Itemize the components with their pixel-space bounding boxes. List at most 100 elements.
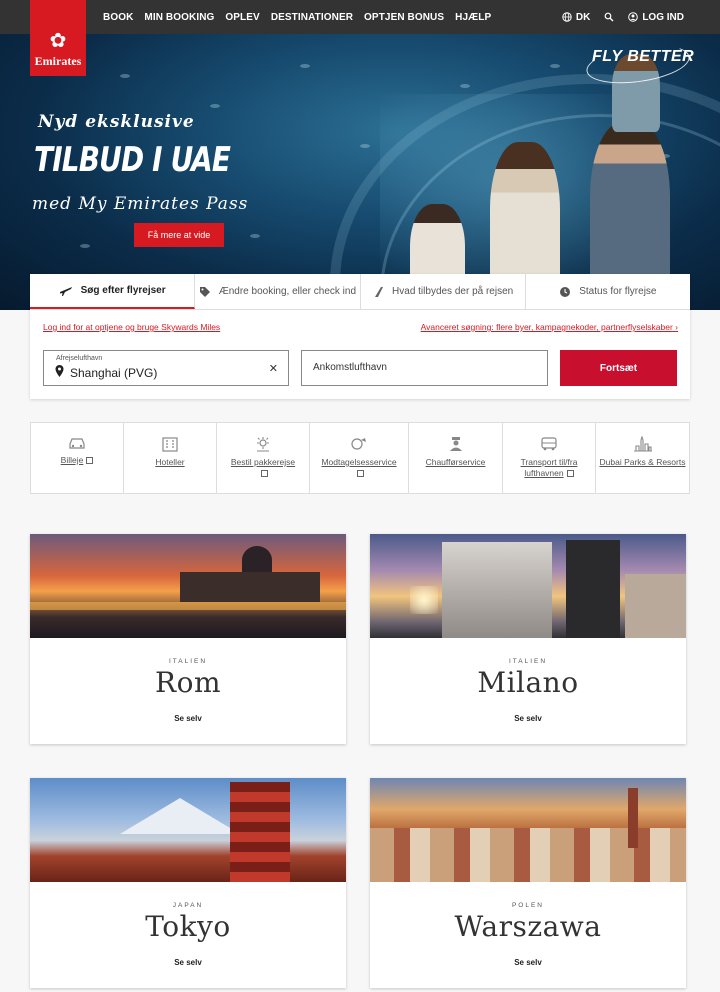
service-label: Dubai Parks & Resorts <box>599 457 686 467</box>
skyline-icon <box>633 436 652 452</box>
nav-my-booking[interactable]: MIN BOOKING <box>144 12 214 23</box>
nav-help[interactable]: HJÆLP <box>455 12 491 23</box>
service-label: Bestil pakkerejse <box>230 457 296 467</box>
destination-card-warsaw[interactable]: POLEN Warszawa Se selv <box>370 778 686 988</box>
logo-text: Emirates <box>34 54 82 68</box>
continue-button[interactable]: Fortsæt <box>560 350 677 386</box>
fish-decor <box>360 144 370 148</box>
service-airport-transfer[interactable]: Transport til/fra lufthavnen <box>503 423 596 493</box>
see-more-link[interactable]: Se selv <box>30 714 346 723</box>
user-icon <box>628 12 639 22</box>
service-chauffeur[interactable]: Chaufførservice <box>409 423 503 493</box>
skywards-login-link[interactable]: Log ind for at optjene og bruge Skywards… <box>43 322 220 332</box>
seat-icon <box>375 286 384 297</box>
service-label: Hoteller <box>155 457 185 467</box>
region-selector[interactable]: DK <box>562 12 590 23</box>
top-navigation: BOOK MIN BOOKING OPLEV DESTINATIONER OPT… <box>0 0 720 34</box>
tab-onboard[interactable]: Hvad tilbydes der på rejsen <box>361 274 526 309</box>
bus-icon <box>541 437 557 451</box>
see-more-link[interactable]: Se selv <box>30 958 346 967</box>
hero-banner: FLY BETTER Nyd eksklusive TILBUD I UAE m… <box>0 34 720 310</box>
fish-decor <box>550 64 560 68</box>
fish-decor <box>300 64 310 68</box>
destination-card-milan[interactable]: ITALIEN Milano Se selv <box>370 534 686 744</box>
destination-card-rome[interactable]: ITALIEN Rom Se selv <box>30 534 346 744</box>
tag-icon <box>199 286 210 297</box>
dome-silhouette <box>242 546 272 574</box>
location-pin-icon <box>55 365 64 377</box>
milan-photo <box>370 534 686 638</box>
destination-country: ITALIEN <box>508 658 548 665</box>
external-link-icon <box>260 470 268 477</box>
learn-more-button[interactable]: Få mere at vide <box>134 223 224 247</box>
nav-destinations[interactable]: DESTINATIONER <box>271 12 353 23</box>
fish-decor <box>120 74 130 78</box>
booking-tabs: Søg efter flyrejser Ændre booking, eller… <box>30 274 690 310</box>
departure-label: Afrejselufthavn <box>56 355 103 362</box>
destination-city: Milano <box>477 666 579 699</box>
service-holiday-package[interactable]: Bestil pakkerejse <box>217 423 310 493</box>
chevron-right-icon: › <box>675 322 678 332</box>
nav-book[interactable]: BOOK <box>103 12 133 23</box>
tab-flight-status[interactable]: Status for flyrejse <box>526 274 690 309</box>
service-hotels[interactable]: Hoteller <box>124 423 217 493</box>
external-link-icon <box>86 457 94 464</box>
globe-icon <box>562 12 572 22</box>
departure-value: Shanghai (PVG) <box>70 366 158 380</box>
castle-tower-silhouette <box>628 788 638 848</box>
plane-icon <box>59 286 72 296</box>
advanced-search-link[interactable]: Avanceret søgning: flere byer, kampagnek… <box>421 322 678 332</box>
warsaw-photo <box>370 778 686 882</box>
sun-glow <box>410 586 438 614</box>
meet-greet-icon <box>351 438 366 450</box>
tab-search-flights[interactable]: Søg efter flyrejser <box>30 274 196 309</box>
tab-label: Søg efter flyrejser <box>80 285 166 296</box>
arrival-placeholder: Ankomstlufthavn <box>313 362 387 373</box>
emirates-logo[interactable]: ✿ Emirates <box>30 0 86 76</box>
search-button[interactable] <box>604 12 614 22</box>
service-label: Billeje <box>60 455 84 465</box>
fish-decor <box>250 234 260 238</box>
nav-experience[interactable]: OPLEV <box>225 12 259 23</box>
departure-field[interactable]: Afrejselufthavn Shanghai (PVG) ✕ <box>43 350 289 386</box>
external-link-icon <box>566 470 574 477</box>
main-nav: BOOK MIN BOOKING OPLEV DESTINATIONER OPT… <box>103 0 491 34</box>
service-label: Modtagelsesservice <box>321 457 397 467</box>
service-label: Chaufførservice <box>425 457 486 467</box>
search-icon <box>604 12 614 22</box>
fly-better-tagline: FLY BETTER <box>592 48 695 65</box>
service-car-rental[interactable]: Billeje <box>31 423 124 493</box>
bridge-lights <box>30 602 346 610</box>
booking-widget: Søg efter flyrejser Ændre booking, eller… <box>30 274 690 399</box>
package-icon <box>257 437 269 452</box>
tab-label: Hvad tilbydes der på rejsen <box>392 286 514 297</box>
fish-decor <box>80 244 90 248</box>
clear-departure-icon[interactable]: ✕ <box>269 362 278 375</box>
destination-city: Tokyo <box>145 910 231 943</box>
see-more-link[interactable]: Se selv <box>370 714 686 723</box>
arrival-field[interactable]: Ankomstlufthavn <box>301 350 548 386</box>
destination-country: ITALIEN <box>168 658 208 665</box>
fish-decor <box>210 104 220 108</box>
destination-country: JAPAN <box>172 902 204 909</box>
fish-decor <box>460 84 470 88</box>
building-silhouette <box>625 574 686 638</box>
booking-links: Log ind for at optjene og bruge Skywards… <box>43 322 678 332</box>
service-meet-greet[interactable]: Modtagelsesservice <box>310 423 409 493</box>
pagoda-silhouette <box>230 782 290 882</box>
nav-utilities: DK LOG IND <box>562 0 684 34</box>
nav-earn-bonus[interactable]: OPTJEN BONUS <box>364 12 444 23</box>
tab-label: Status for flyrejse <box>579 286 657 297</box>
advanced-search-label: Avanceret søgning: flere byer, kampagnek… <box>420 322 673 332</box>
service-dubai-parks[interactable]: Dubai Parks & Resorts <box>596 423 689 493</box>
mount-fuji-silhouette <box>120 798 240 834</box>
rome-photo <box>30 534 346 638</box>
old-town-buildings <box>370 828 686 882</box>
destination-card-tokyo[interactable]: JAPAN Tokyo Se selv <box>30 778 346 988</box>
see-more-link[interactable]: Se selv <box>370 958 686 967</box>
emirates-calligraphy-icon: ✿ <box>49 28 67 52</box>
login-button[interactable]: LOG IND <box>628 12 684 23</box>
destination-city: Rom <box>155 666 221 699</box>
services-bar: Billeje Hoteller Bestil pakkerejse Modta… <box>30 422 690 494</box>
tab-manage-booking[interactable]: Ændre booking, eller check ind <box>195 274 361 309</box>
